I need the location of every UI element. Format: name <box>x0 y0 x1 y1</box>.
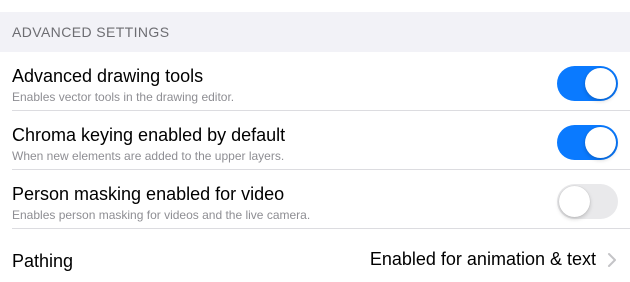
section-header-label: ADVANCED SETTINGS <box>12 24 170 40</box>
pathing-label: Pathing <box>12 251 74 271</box>
chevron-right-icon <box>606 252 618 268</box>
toggle-knob <box>585 127 616 158</box>
pathing-value: Enabled for animation & text <box>369 249 596 269</box>
advanced-settings-page: ADVANCED SETTINGS Advanced drawing tools… <box>0 0 630 282</box>
setting-title: Chroma keying enabled by default <box>12 125 286 145</box>
chroma-keying-toggle[interactable] <box>557 125 618 160</box>
toggle-knob <box>559 186 590 217</box>
advanced-drawing-tools-toggle[interactable] <box>557 66 618 101</box>
setting-row-advanced-drawing-tools: Advanced drawing tools Enables vector to… <box>0 52 630 111</box>
person-masking-toggle[interactable] <box>557 184 618 219</box>
setting-row-person-masking: Person masking enabled for video Enables… <box>0 170 630 229</box>
pathing-value-group[interactable]: Enabled for animation & text <box>370 249 618 270</box>
setting-subtitle: Enables vector tools in the drawing edit… <box>12 90 235 104</box>
section-header: ADVANCED SETTINGS <box>0 12 630 52</box>
setting-title: Person masking enabled for video <box>12 184 285 204</box>
toggle-knob <box>585 68 616 99</box>
setting-title: Advanced drawing tools <box>12 66 204 86</box>
setting-subtitle: When new elements are added to the upper… <box>12 149 285 163</box>
setting-subtitle: Enables person masking for videos and th… <box>12 208 311 222</box>
setting-row-chroma-keying: Chroma keying enabled by default When ne… <box>0 111 630 170</box>
setting-row-pathing[interactable]: Pathing Enabled for animation & text <box>0 229 630 282</box>
